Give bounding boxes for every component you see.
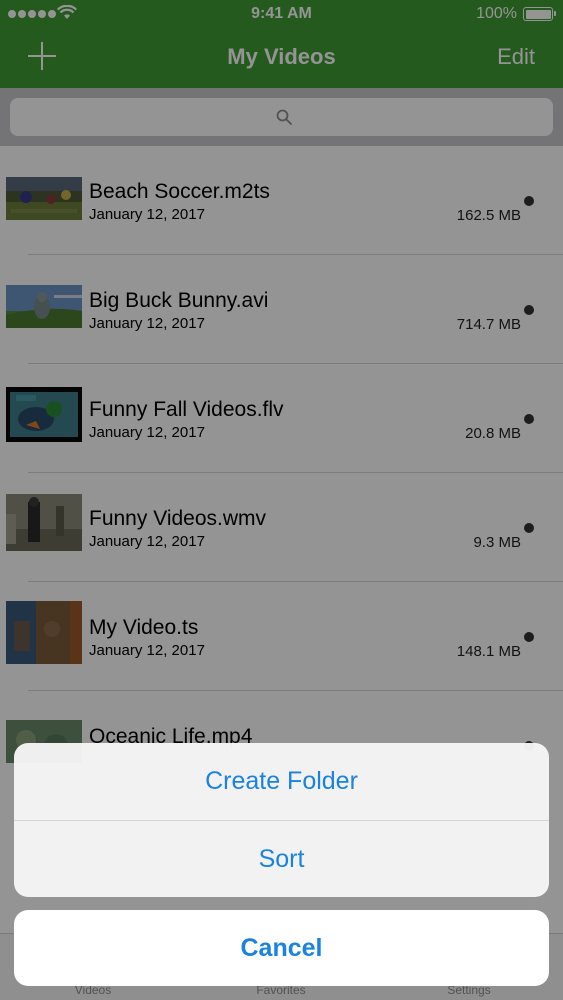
- cancel-button[interactable]: Cancel: [14, 910, 549, 986]
- action-sheet: Create Folder Sort: [14, 743, 549, 897]
- create-folder-button[interactable]: Create Folder: [14, 743, 549, 820]
- app-screen: 9:41 AM 100% My Videos Edit Beach Soccer…: [0, 0, 563, 1000]
- sort-button[interactable]: Sort: [14, 821, 549, 897]
